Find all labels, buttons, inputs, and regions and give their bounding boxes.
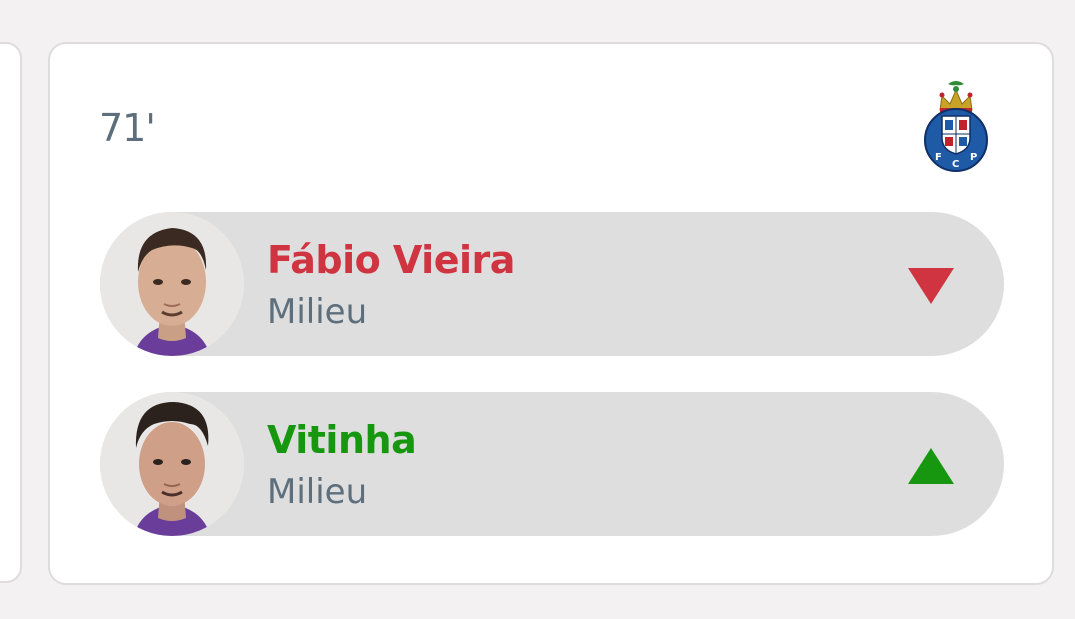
triangle-up-icon xyxy=(908,448,954,484)
player-out-position: Milieu xyxy=(267,292,368,332)
player-in-avatar xyxy=(100,392,244,536)
player-out-name: Fábio Vieira xyxy=(267,238,515,282)
event-minute: 71' xyxy=(99,106,156,150)
player-in-position: Milieu xyxy=(267,472,368,512)
player-in-name: Vitinha xyxy=(267,418,417,462)
triangle-down-icon xyxy=(908,268,954,304)
player-out-avatar xyxy=(100,212,244,356)
fc-porto-crest-icon: F C P xyxy=(920,80,992,176)
player-out-row[interactable]: Fábio Vieira Milieu xyxy=(100,212,1004,356)
player-in-row[interactable]: Vitinha Milieu xyxy=(100,392,1004,536)
svg-text:F: F xyxy=(935,152,942,163)
substitution-card: 71' F C P Fábio Vieira Milieu Vitinha Mi… xyxy=(48,42,1054,585)
svg-text:C: C xyxy=(952,159,959,170)
previous-event-card[interactable] xyxy=(0,42,22,583)
svg-text:P: P xyxy=(970,152,977,163)
